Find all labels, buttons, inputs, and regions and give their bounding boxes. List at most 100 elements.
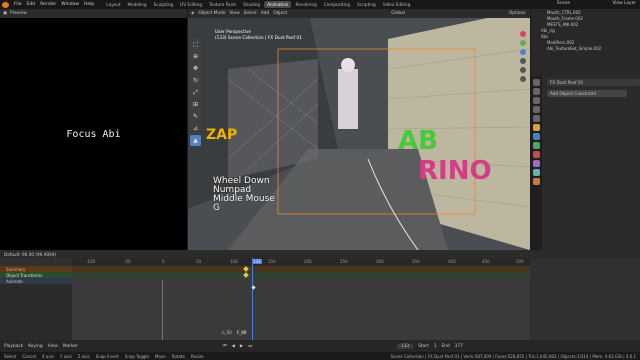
menu-help[interactable]: Help (84, 2, 94, 7)
tab-uv-editing[interactable]: UV Editing (177, 1, 205, 8)
tool-tab-icon[interactable] (533, 79, 540, 86)
blender-logo-icon[interactable] (2, 1, 9, 8)
marker-menu[interactable]: Marker (63, 344, 78, 349)
tick-label: 150 (268, 259, 276, 264)
select-tool-icon[interactable]: ⬚ (190, 39, 201, 50)
status-x-axis: X axis (41, 353, 54, 359)
orientation-dropdown[interactable]: Global (391, 11, 405, 16)
menu-add[interactable]: Add (261, 11, 269, 16)
tab-shading[interactable]: Shading (240, 1, 263, 8)
start-label: Start (418, 343, 429, 349)
top-bar: File Edit Render Window Help Layout Mode… (0, 0, 640, 9)
timeline-title: Default: 96.00 (96-4069) (4, 251, 57, 257)
3d-viewport[interactable]: AB RINO ZAP ◈ Object Mode View Select Ad… (188, 9, 530, 250)
output-tab-icon[interactable] (533, 97, 540, 104)
channel-animate[interactable]: Animate (0, 278, 72, 284)
move-tool-icon[interactable]: ✥ (190, 63, 201, 74)
add-constraint-button[interactable]: Add Object Constraint (547, 90, 627, 97)
preview-title: Preview (10, 11, 27, 16)
tab-compositing[interactable]: Compositing (321, 1, 353, 8)
marker-label[interactable]: F_90 (237, 330, 246, 335)
material-tab-icon[interactable] (533, 178, 540, 185)
physics-tab-icon[interactable] (533, 151, 540, 158)
tab-rendering[interactable]: Rendering (292, 1, 319, 8)
particles-tab-icon[interactable] (533, 142, 540, 149)
cursor-tool-icon[interactable]: ⊕ (190, 51, 201, 62)
preview-header: ▣ Preview (0, 9, 187, 18)
menu-window[interactable]: Window (61, 2, 79, 7)
tab-modeling[interactable]: Modeling (125, 1, 150, 8)
modifier-tab-icon[interactable] (533, 133, 540, 140)
menu-edit[interactable]: Edit (27, 2, 36, 7)
timeline-header: Default: 96.00 (96-4069) (0, 250, 640, 258)
current-frame-indicator[interactable]: 133 (252, 259, 262, 264)
svg-text:RINO: RINO (418, 156, 492, 186)
menu-object[interactable]: Object (273, 11, 287, 16)
outliner-item[interactable]: Abi_TextureSet_Simple.002 (531, 45, 640, 51)
tick-label: 200 (304, 259, 312, 264)
tab-scripting[interactable]: Scripting (354, 1, 379, 8)
timeline-ruler[interactable]: -100 -50 0 50 100 133 150 200 250 300 35… (72, 258, 530, 266)
camera-view-icon[interactable] (520, 76, 526, 82)
image-editor-icon[interactable]: ▣ (3, 11, 7, 16)
jump-start-icon[interactable]: ⏮ (223, 344, 227, 349)
tab-video-editing[interactable]: Video Editing (380, 1, 414, 8)
render-tab-icon[interactable] (533, 88, 540, 95)
scene-selector[interactable]: Scene (557, 1, 570, 6)
keyframe-area[interactable]: n_50 F_90 (72, 258, 530, 340)
playback-menu[interactable]: Playback (4, 344, 23, 349)
viewport-header: ◈ Object Mode View Select Add Object Glo… (188, 9, 530, 18)
menu-select[interactable]: Select (244, 11, 257, 16)
menu-view[interactable]: View (229, 11, 239, 16)
transform-tool-icon[interactable]: ⊞ (190, 99, 201, 110)
annotate-tool-icon[interactable]: ✎ (190, 111, 201, 122)
tab-texture-paint[interactable]: Texture Paint (206, 1, 239, 8)
keying-menu[interactable]: Keying (28, 344, 42, 349)
playhead-line[interactable] (252, 258, 253, 340)
data-tab-icon[interactable] (533, 169, 540, 176)
measure-tool-icon[interactable]: ⊿ (190, 123, 201, 134)
viewport-info: User Perspective (133) Scene Collection … (215, 30, 302, 42)
z-axis-icon[interactable] (520, 49, 526, 55)
y-axis-icon[interactable] (520, 40, 526, 46)
object-name-field[interactable]: FX Dust Poof 01 (547, 79, 640, 86)
end-label: End (441, 343, 450, 349)
options-dropdown[interactable]: Options (509, 11, 526, 16)
view-layer-tab-icon[interactable] (533, 106, 540, 113)
object-tab-icon[interactable] (533, 124, 540, 131)
mode-dropdown[interactable]: Object Mode (198, 11, 225, 16)
menu-file[interactable]: File (14, 2, 22, 7)
play-icon[interactable]: ▶ (240, 344, 243, 349)
zoom-icon[interactable] (520, 58, 526, 64)
menu-render[interactable]: Render (40, 2, 56, 7)
properties-tabs (531, 76, 542, 250)
scale-tool-icon[interactable]: ⤢ (190, 87, 201, 98)
tab-animation[interactable]: Animation (264, 1, 292, 8)
tab-layout[interactable]: Layout (103, 1, 123, 8)
key-hint-middle-mouse: Middle Mouse (213, 194, 275, 204)
tick-label: 0 (162, 259, 165, 264)
tick-label: 300 (376, 259, 384, 264)
tick-label: 100 (230, 259, 238, 264)
active-tool-icon[interactable]: ▲ (190, 135, 201, 146)
jump-end-icon[interactable]: ⏭ (248, 344, 252, 349)
workspace-tabs: Layout Modeling Sculpting UV Editing Tex… (103, 1, 413, 8)
play-reverse-icon[interactable]: ◀ (232, 344, 235, 349)
tick-label: 450 (482, 259, 490, 264)
start-field[interactable]: 1 (434, 344, 437, 349)
status-move: Move (155, 353, 166, 359)
keyframe-icon[interactable] (251, 285, 256, 290)
constraints-tab-icon[interactable] (533, 160, 540, 167)
x-axis-icon[interactable] (520, 31, 526, 37)
navigation-gizmo[interactable] (520, 31, 526, 82)
pan-icon[interactable] (520, 67, 526, 73)
view-menu[interactable]: View (48, 344, 58, 349)
status-bar: Select Cancel X axis Y axis Z axis Snap … (0, 352, 640, 360)
rotate-tool-icon[interactable]: ↻ (190, 75, 201, 86)
end-field[interactable]: 377 (455, 344, 463, 349)
tab-sculpting[interactable]: Sculpting (151, 1, 177, 8)
editor-type-icon[interactable]: ◈ (191, 11, 194, 16)
scene-tab-icon[interactable] (533, 115, 540, 122)
current-frame-field[interactable]: 133 (397, 343, 414, 349)
view-layer-selector[interactable]: View Layer (612, 1, 636, 6)
